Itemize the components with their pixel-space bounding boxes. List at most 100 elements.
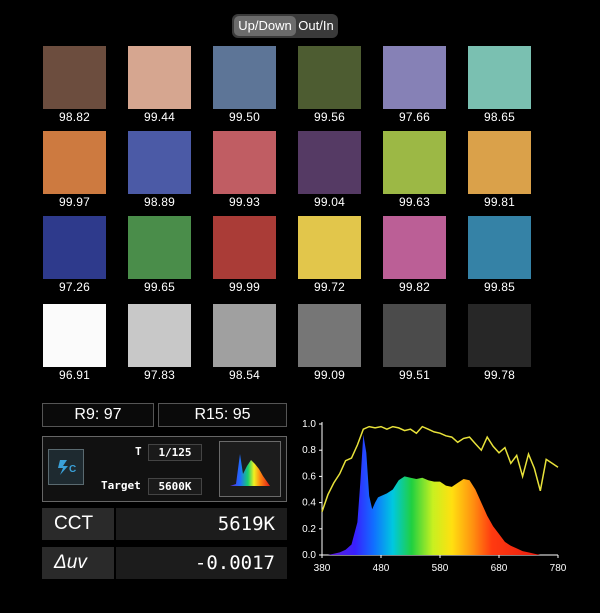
color-patch: 98.89 [128, 131, 191, 209]
patch-value: 97.26 [58, 280, 91, 294]
patch-value: 99.50 [228, 110, 261, 124]
patch-swatch [213, 304, 276, 367]
patch-value: 99.63 [398, 195, 431, 209]
patch-swatch [298, 304, 361, 367]
patch-value: 97.66 [398, 110, 431, 124]
x-tick-label: 480 [373, 563, 390, 574]
patch-swatch [128, 216, 191, 279]
t-label: T [135, 445, 142, 458]
patch-value: 99.44 [143, 110, 176, 124]
color-patch: 99.99 [213, 216, 276, 294]
patch-value: 99.99 [228, 280, 261, 294]
patch-swatch [43, 216, 106, 279]
patch-swatch [43, 304, 106, 367]
color-patch: 98.54 [213, 304, 276, 382]
color-patch: 99.50 [213, 46, 276, 124]
patch-swatch [128, 304, 191, 367]
patch-value: 99.56 [313, 110, 346, 124]
patch-swatch [213, 216, 276, 279]
spectrum-area [322, 434, 558, 555]
color-patch: 99.82 [383, 216, 446, 294]
patch-value: 96.91 [58, 368, 91, 382]
patch-value: 98.65 [483, 110, 516, 124]
target-value-field[interactable]: 5600K [148, 478, 202, 495]
color-patch: 98.65 [468, 46, 531, 124]
patch-value: 99.04 [313, 195, 346, 209]
shutter-auto-icon: C [58, 460, 76, 475]
patch-swatch [128, 131, 191, 194]
patch-value: 99.72 [313, 280, 346, 294]
x-tick-label: 380 [314, 563, 331, 574]
svg-text:C: C [69, 464, 76, 475]
patch-swatch [468, 304, 531, 367]
patch-value: 99.82 [398, 280, 431, 294]
target-label: Target [101, 479, 141, 492]
patch-value: 99.93 [228, 195, 261, 209]
patch-swatch [43, 131, 106, 194]
x-tick-label: 780 [550, 563, 567, 574]
patch-swatch [43, 46, 106, 109]
patch-value: 99.81 [483, 195, 516, 209]
toggle-out-in[interactable]: Out/In [296, 16, 336, 36]
r15-value: R15: 95 [158, 403, 287, 427]
toggle-up-down[interactable]: Up/Down [234, 16, 296, 36]
color-patch: 99.65 [128, 216, 191, 294]
patch-swatch [298, 131, 361, 194]
patch-value: 99.51 [398, 368, 431, 382]
color-patch: 99.09 [298, 304, 361, 382]
y-tick-label: 0.2 [302, 524, 316, 535]
color-patch: 99.72 [298, 216, 361, 294]
cct-value: 5619K [116, 508, 287, 540]
color-patch: 99.63 [383, 131, 446, 209]
patch-value: 99.85 [483, 280, 516, 294]
color-patch: 96.91 [43, 304, 106, 382]
color-patch: 99.51 [383, 304, 446, 382]
patch-swatch [468, 46, 531, 109]
patch-value: 97.83 [143, 368, 176, 382]
y-tick-label: 0.4 [302, 498, 316, 509]
settings-panel: C T 1/125 Target 5600K [42, 436, 287, 502]
color-patch: 99.97 [43, 131, 106, 209]
patch-swatch [383, 216, 446, 279]
patch-value: 99.97 [58, 195, 91, 209]
color-patch: 99.85 [468, 216, 531, 294]
patch-swatch [468, 131, 531, 194]
y-tick-label: 0.6 [302, 471, 316, 482]
patch-swatch [213, 46, 276, 109]
color-patch: 99.56 [298, 46, 361, 124]
patch-swatch [298, 216, 361, 279]
patch-value: 99.09 [313, 368, 346, 382]
mode-toggle[interactable]: Up/Down Out/In [232, 14, 338, 38]
color-patch: 97.66 [383, 46, 446, 124]
patch-swatch [383, 46, 446, 109]
patch-value: 99.78 [483, 368, 516, 382]
y-tick-label: 0.8 [302, 445, 316, 456]
color-patch: 98.82 [43, 46, 106, 124]
patch-swatch [298, 46, 361, 109]
patch-value: 99.65 [143, 280, 176, 294]
patch-value: 98.82 [58, 110, 91, 124]
patch-swatch [128, 46, 191, 109]
cct-label: CCT [42, 508, 114, 540]
patch-swatch [213, 131, 276, 194]
shutter-auto-button[interactable]: C [48, 449, 84, 485]
spectrum-thumbnail[interactable] [219, 441, 281, 497]
patch-swatch [383, 131, 446, 194]
duv-row: Δuv -0.0017 [42, 547, 287, 579]
color-patch: 99.78 [468, 304, 531, 382]
color-patch: 99.93 [213, 131, 276, 209]
color-patch: 97.83 [128, 304, 191, 382]
color-patch: 99.44 [128, 46, 191, 124]
r9-value: R9: 97 [42, 403, 154, 427]
duv-label: Δuv [42, 547, 114, 579]
patch-swatch [468, 216, 531, 279]
t-value-field[interactable]: 1/125 [148, 444, 202, 461]
color-patch: 99.04 [298, 131, 361, 209]
y-tick-label: 0.0 [302, 550, 316, 561]
color-patch: 99.81 [468, 131, 531, 209]
cct-row: CCT 5619K [42, 508, 287, 540]
color-patch: 97.26 [43, 216, 106, 294]
y-tick-label: 1.0 [302, 419, 316, 430]
duv-value: -0.0017 [116, 547, 287, 579]
patch-value: 98.89 [143, 195, 176, 209]
